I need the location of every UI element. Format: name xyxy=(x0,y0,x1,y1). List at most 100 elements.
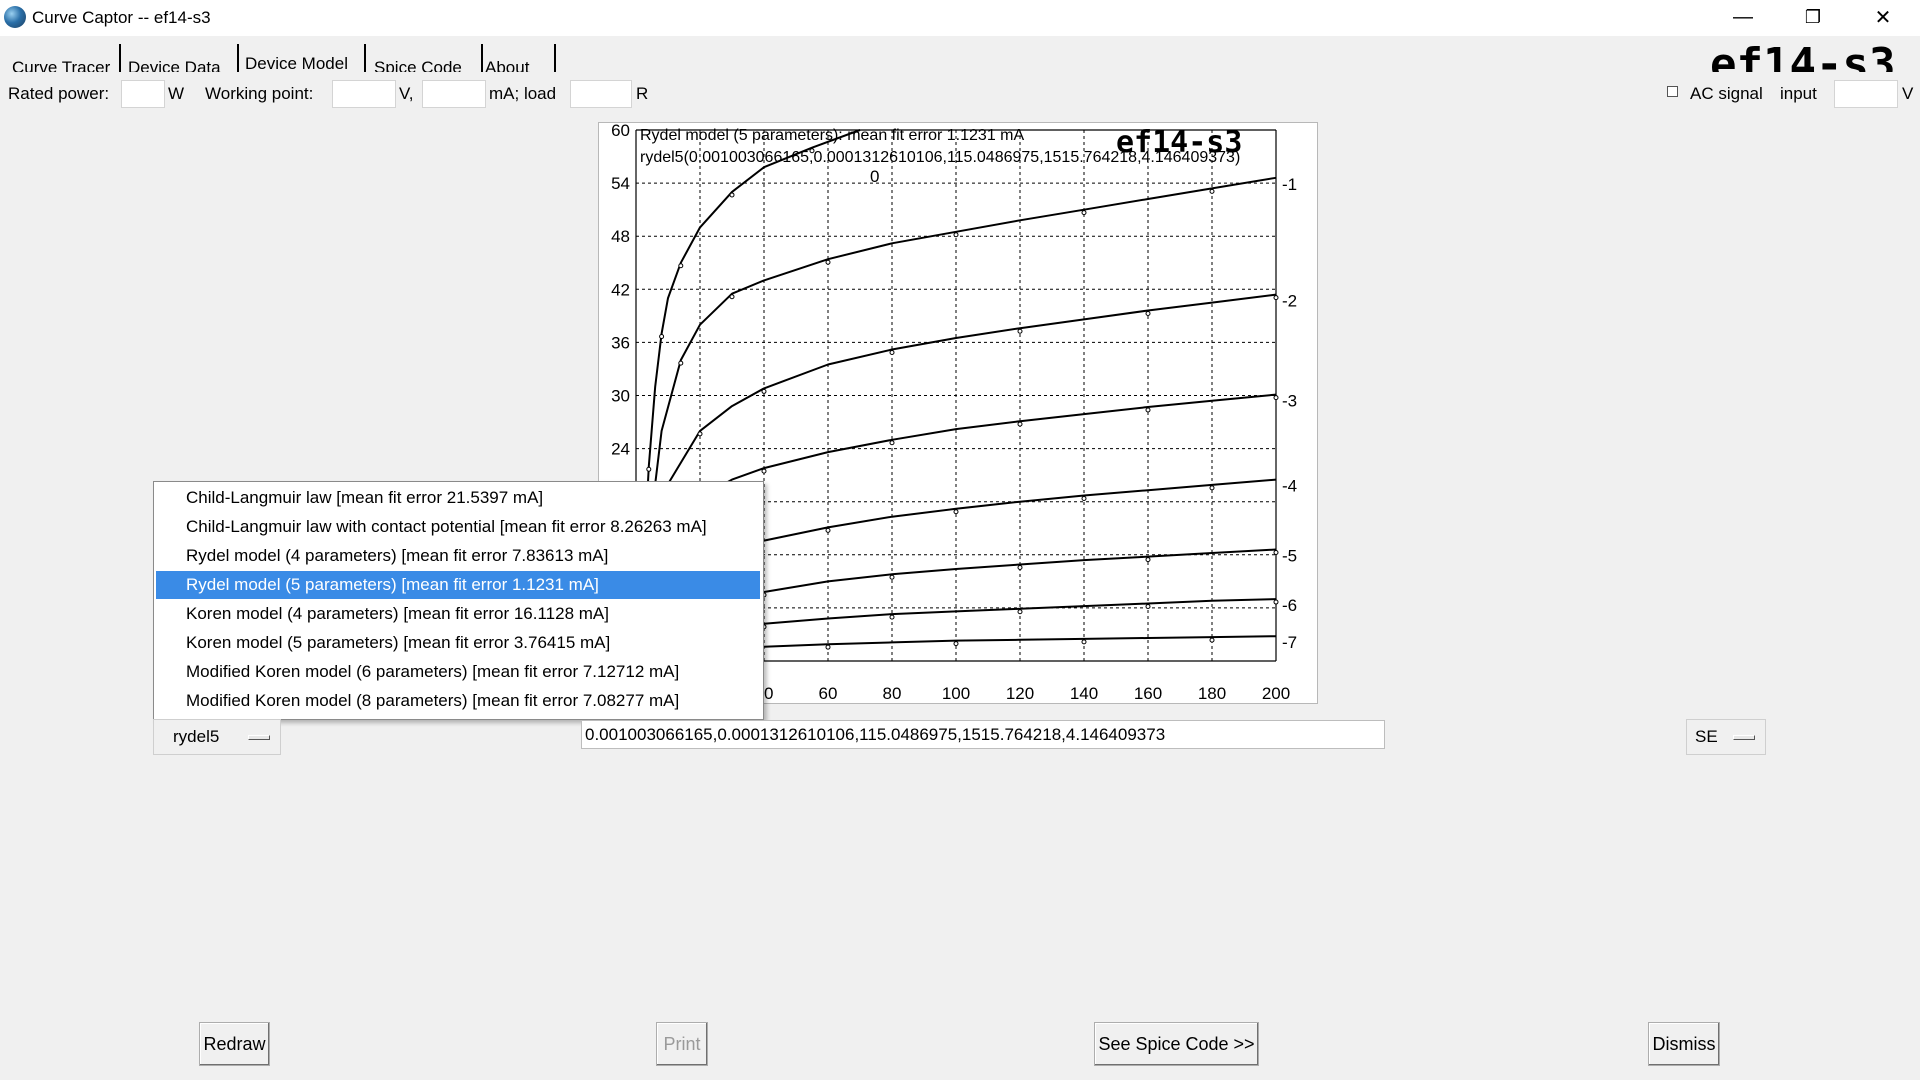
measured-point xyxy=(1081,496,1087,502)
measured-point xyxy=(697,431,703,437)
ac-signal-label: AC signal xyxy=(1690,84,1763,103)
measured-point xyxy=(825,527,831,533)
dismiss-button[interactable]: Dismiss xyxy=(1648,1022,1720,1066)
model-option-selected[interactable]: Rydel model (5 parameters) [mean fit err… xyxy=(156,571,760,599)
tab-about[interactable]: About xyxy=(478,44,556,72)
grid-voltage-label: -7 xyxy=(1282,633,1297,652)
x-tick-label: 80 xyxy=(883,684,902,703)
see-spice-code-button[interactable]: See Spice Code >> xyxy=(1094,1022,1259,1066)
measured-point xyxy=(678,263,684,269)
measured-point xyxy=(1209,188,1215,194)
model-dropdown-list[interactable]: Child-Langmuir law [mean fit error 21.53… xyxy=(153,481,764,720)
measured-point xyxy=(953,232,959,238)
x-tick-label: 120 xyxy=(1006,684,1034,703)
y-tick-label: 36 xyxy=(611,333,630,352)
grid-voltage-label: -6 xyxy=(1282,596,1297,615)
mode-select-value: SE xyxy=(1695,727,1718,746)
measured-point xyxy=(729,294,735,300)
tab-device-model[interactable]: Device Model xyxy=(238,44,366,72)
measured-point xyxy=(1145,603,1151,609)
measured-point xyxy=(1017,328,1023,334)
tab-label: Device Model xyxy=(245,54,348,72)
measured-point xyxy=(659,334,665,340)
tab-curve-tracer[interactable]: Curve Tracer xyxy=(5,44,121,72)
measured-point xyxy=(729,192,735,198)
measured-point xyxy=(761,468,767,474)
measured-point xyxy=(889,574,895,580)
grid-voltage-label: -5 xyxy=(1282,546,1297,565)
model-option[interactable]: Koren model (5 parameters) [mean fit err… xyxy=(156,629,760,657)
measured-point xyxy=(1273,599,1279,605)
x-tick-label: 200 xyxy=(1262,684,1290,703)
rated-power-input[interactable] xyxy=(121,80,165,108)
model-select[interactable]: rydel5 xyxy=(153,719,281,755)
measured-point xyxy=(1017,421,1023,427)
measured-point xyxy=(953,509,959,515)
measured-point xyxy=(1273,395,1279,401)
y-tick-label: 60 xyxy=(611,122,630,140)
load-unit: R xyxy=(636,84,649,103)
y-tick-label: 54 xyxy=(611,174,630,193)
tab-label: Curve Tracer xyxy=(12,58,111,72)
measured-point xyxy=(1081,210,1087,216)
minimize-button[interactable]: — xyxy=(1715,0,1771,34)
redraw-button[interactable]: Redraw xyxy=(199,1022,270,1066)
measured-point xyxy=(678,360,684,366)
ac-signal-checkbox[interactable] xyxy=(1667,86,1678,97)
tab-spice-code[interactable]: Spice Code xyxy=(367,44,483,72)
close-button[interactable]: ✕ xyxy=(1855,0,1911,34)
input-voltage-unit: V xyxy=(1902,84,1914,103)
measured-point xyxy=(1145,311,1151,317)
chart-subtitle-params: rydel5(0.001003066165,0.0001312610106,11… xyxy=(640,149,1240,166)
chart-subtitle: Rydel model (5 parameters): mean fit err… xyxy=(640,127,1024,144)
measured-point xyxy=(953,641,959,647)
device-name-heading: ef14-s3 xyxy=(1710,39,1896,72)
model-option[interactable]: Modified Koren model (8 parameters) [mea… xyxy=(156,687,760,715)
working-point-current-input[interactable] xyxy=(422,80,486,108)
grid-voltage-label: -1 xyxy=(1282,175,1297,194)
grid-voltage-label: 0 xyxy=(870,167,879,186)
grid-voltage-label: -2 xyxy=(1282,292,1297,311)
measured-point xyxy=(761,388,767,394)
input-voltage-field[interactable] xyxy=(1834,80,1898,108)
measured-point xyxy=(1209,485,1215,491)
dropdown-indicator-icon xyxy=(1733,735,1755,740)
measured-point xyxy=(1145,407,1151,413)
measured-point xyxy=(1273,549,1279,555)
x-tick-label: 180 xyxy=(1198,684,1226,703)
measured-point xyxy=(1017,609,1023,615)
measured-point xyxy=(889,349,895,355)
working-point-label: Working point: xyxy=(205,84,314,103)
grid-voltage-label: -3 xyxy=(1282,392,1297,411)
working-point-voltage-input[interactable] xyxy=(332,80,396,108)
y-tick-label: 24 xyxy=(611,440,630,459)
grid-voltage-label: -4 xyxy=(1282,477,1297,496)
x-tick-label: 60 xyxy=(819,684,838,703)
tab-device-data[interactable]: Device Data xyxy=(121,44,239,72)
measured-point xyxy=(825,259,831,265)
model-option[interactable]: Rydel model (4 parameters) [mean fit err… xyxy=(156,542,760,570)
dropdown-indicator-icon xyxy=(248,735,270,740)
app-globe-icon xyxy=(4,6,26,28)
measured-point xyxy=(889,614,895,620)
model-option[interactable]: Modified Koren model (6 parameters) [mea… xyxy=(156,658,760,686)
tab-label: About xyxy=(485,58,530,72)
measured-point xyxy=(646,466,652,472)
measured-point xyxy=(889,440,895,446)
restore-button[interactable]: ❐ xyxy=(1785,0,1841,34)
x-tick-label: 160 xyxy=(1134,684,1162,703)
model-option[interactable]: Koren model (4 parameters) [mean fit err… xyxy=(156,600,760,628)
title-bar xyxy=(0,0,1920,36)
model-option[interactable]: Child-Langmuir law [mean fit error 21.53… xyxy=(156,484,760,512)
measured-point xyxy=(1145,557,1151,563)
print-button[interactable]: Print xyxy=(656,1022,708,1066)
x-tick-label: 140 xyxy=(1070,684,1098,703)
y-tick-label: 30 xyxy=(611,387,630,406)
working-point-voltage-unit: V, xyxy=(399,84,414,103)
mode-select[interactable]: SE xyxy=(1686,719,1766,755)
input-label: input xyxy=(1780,84,1817,103)
model-parameters-input[interactable]: 0.001003066165,0.0001312610106,115.04869… xyxy=(581,720,1385,749)
load-input[interactable] xyxy=(570,80,632,108)
y-tick-label: 48 xyxy=(611,227,630,246)
model-option[interactable]: Child-Langmuir law with contact potentia… xyxy=(156,513,760,541)
